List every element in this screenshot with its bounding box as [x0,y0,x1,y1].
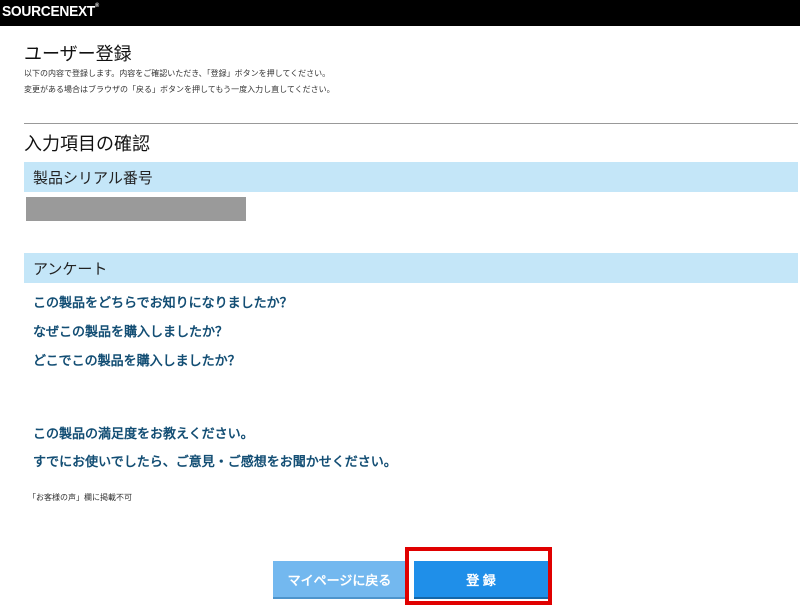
section-divider [24,123,798,124]
back-to-mypage-button[interactable]: マイページに戻る [273,561,406,597]
page-title: ユーザー登録 [24,44,132,65]
register-button[interactable]: 登 録 [414,561,548,597]
publication-note: 「お客様の声」欄に掲載不可 [28,493,132,502]
survey-header: アンケート [24,253,798,283]
serial-number-value-redacted [26,197,246,221]
survey-question: どこでこの製品を購入しましたか？ [33,354,241,369]
section-title: 入力項目の確認 [24,134,150,155]
survey-question: この製品をどちらでお知りになりましたか？ [33,296,293,311]
survey-question: すでにお使いでしたら、ご意見・ご感想をお聞かせください。 [33,455,397,470]
survey-label: アンケート [33,260,108,278]
intro-text-line1: 以下の内容で登録します。内容をご確認いただき、「登録」ボタンを押してください。 [24,69,331,78]
top-bar: SOURCENEXT® [0,0,800,26]
survey-question: この製品の満足度をお教えください。 [33,427,254,442]
serial-number-label: 製品シリアル番号 [33,169,153,187]
serial-number-header: 製品シリアル番号 [24,162,798,192]
survey-question: なぜこの製品を購入しましたか？ [33,325,229,340]
intro-text-line2: 変更がある場合はブラウザの「戻る」ボタンを押してもう一度入力し直してください。 [24,85,335,94]
sourcenext-logo[interactable]: SOURCENEXT® [2,3,99,20]
